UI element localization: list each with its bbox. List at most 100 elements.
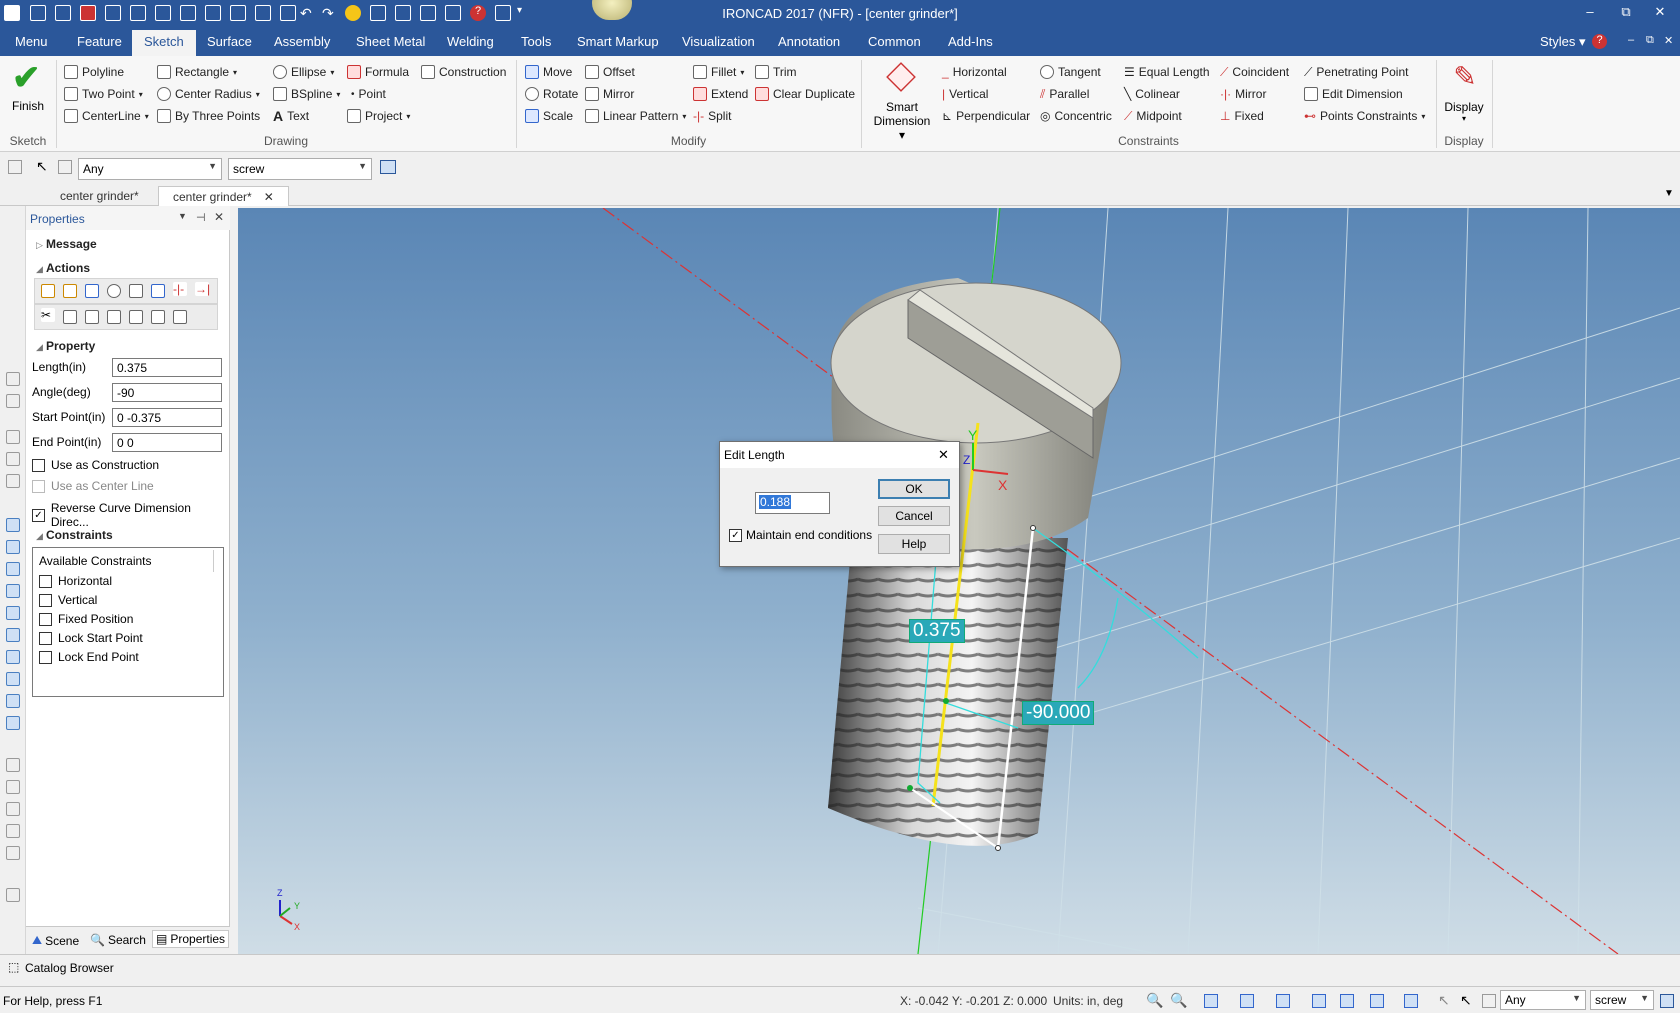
doc-minimize-icon[interactable]: – — [1628, 34, 1634, 46]
doc-close-icon[interactable]: ✕ — [1664, 34, 1673, 47]
cube-icon[interactable] — [6, 518, 20, 532]
tool-icon[interactable] — [6, 824, 20, 838]
use-construction-checkbox[interactable]: Use as Construction — [32, 458, 159, 472]
tab-add-ins[interactable]: Add-Ins — [948, 34, 993, 49]
help-menu-icon[interactable]: ? — [1592, 34, 1607, 49]
close-button[interactable]: ✕ — [1650, 4, 1670, 22]
tab-sheet-metal[interactable]: Sheet Metal — [356, 34, 425, 49]
rectangle-button[interactable]: Rectangle ▾ — [157, 63, 237, 81]
select-part-icon[interactable] — [1482, 994, 1496, 1008]
zoom-window-icon[interactable]: 🔍 — [1170, 992, 1187, 1009]
length-dimension-label[interactable]: 0.375 — [909, 619, 965, 643]
cube-icon[interactable] — [6, 540, 20, 554]
tree-icon[interactable] — [1660, 994, 1674, 1008]
arrow-icon[interactable]: ↖ — [1438, 992, 1450, 1009]
fillet-button[interactable]: Fillet ▾ — [693, 63, 744, 81]
filter-select[interactable]: Any ▼ — [78, 158, 222, 180]
tool-icon[interactable] — [6, 430, 20, 444]
help-button[interactable]: Help — [878, 534, 950, 554]
stack-icon[interactable] — [85, 310, 99, 324]
tool-icon[interactable] — [6, 394, 20, 408]
tangent-button[interactable]: Tangent — [1040, 63, 1101, 81]
status-filter-select[interactable]: Any ▼ — [1500, 990, 1586, 1010]
close-icon[interactable]: ✕ — [264, 190, 274, 204]
points-constraints-button[interactable]: ⊷ Points Constraints ▾ — [1304, 107, 1425, 125]
tabs-overflow-icon[interactable]: ▼ — [1664, 188, 1674, 199]
fixed-button[interactable]: ⊥ Fixed — [1220, 107, 1264, 125]
scale-button[interactable]: Scale — [525, 107, 573, 125]
extend-button[interactable]: Extend — [693, 85, 748, 103]
constraint-lock-start[interactable]: Lock Start Point — [39, 631, 143, 645]
tab-visualization[interactable]: Visualization — [682, 34, 755, 49]
select-filter-icon[interactable] — [8, 160, 22, 174]
edit-dimension-button[interactable]: Edit Dimension — [1304, 85, 1403, 103]
status-scope-select[interactable]: screw ▼ — [1590, 990, 1654, 1010]
3d-viewport[interactable]: Y X Z Z Y X 0.375 -90.000 — [238, 208, 1680, 954]
constraint-lock-end[interactable]: Lock End Point — [39, 650, 139, 664]
tab-smart-markup[interactable]: Smart Markup — [577, 34, 659, 49]
tab-annotation[interactable]: Annotation — [778, 34, 840, 49]
tool-icon[interactable] — [6, 888, 20, 902]
ellipse-button[interactable]: Ellipse ▾ — [273, 63, 334, 81]
perpendicular-button[interactable]: ⊾ Perpendicular — [942, 107, 1030, 125]
tool-icon[interactable] — [6, 372, 20, 386]
three-points-button[interactable]: By Three Points — [157, 107, 260, 125]
camera-icon[interactable] — [1276, 994, 1290, 1008]
construction-button[interactable]: Construction — [421, 63, 506, 81]
length-input[interactable]: 0.375 — [112, 358, 222, 377]
two-point-button[interactable]: Two Point ▾ — [64, 85, 143, 103]
point-button[interactable]: • Point — [351, 85, 386, 103]
tab-surface[interactable]: Surface — [207, 34, 252, 49]
cube-icon[interactable] — [6, 694, 20, 708]
cube-icon[interactable] — [6, 606, 20, 620]
select-part-icon[interactable] — [58, 160, 72, 174]
zoom-icon[interactable]: 🔍 — [1146, 992, 1163, 1009]
tab-sketch[interactable]: Sketch — [132, 30, 196, 56]
constraint-horizontal[interactable]: Horizontal — [39, 574, 112, 588]
mirror-button[interactable]: Mirror — [585, 85, 634, 103]
constraint-fixed-position[interactable]: Fixed Position — [39, 612, 133, 626]
doc-tab-1[interactable]: center grinder* — [46, 186, 153, 206]
split-icon[interactable]: -|- — [173, 282, 187, 296]
cube-icon[interactable] — [6, 562, 20, 576]
minimize-button[interactable]: – — [1580, 4, 1600, 22]
tab-welding[interactable]: Welding — [447, 34, 494, 49]
ok-button[interactable]: OK — [878, 479, 950, 499]
restore-button[interactable]: ⧉ — [1616, 4, 1636, 22]
formula-button[interactable]: Formula — [347, 63, 409, 81]
angle-input[interactable]: -90 — [112, 383, 222, 402]
use-center-line-checkbox[interactable]: Use as Center Line — [32, 479, 154, 493]
constraint-vertical[interactable]: Vertical — [39, 593, 97, 607]
section-icon[interactable] — [1312, 994, 1326, 1008]
linear-pattern-button[interactable]: Linear Pattern ▾ — [585, 107, 686, 125]
polyline-button[interactable]: Polyline — [64, 63, 124, 81]
tool-icon[interactable] — [6, 452, 20, 466]
glasses-icon[interactable] — [1340, 994, 1354, 1008]
actions-section[interactable]: ◢ Actions — [36, 261, 90, 275]
coincident-button[interactable]: ⟋ Coincident — [1220, 63, 1289, 81]
bspline-button[interactable]: BSpline ▾ — [273, 85, 340, 103]
clear-duplicate-button[interactable]: Clear Duplicate — [755, 85, 855, 103]
penetrating-point-button[interactable]: ⟋ Penetrating Point — [1304, 63, 1408, 81]
mirror-constraint-button[interactable]: ·|· Mirror — [1220, 85, 1266, 103]
cube-icon[interactable] — [6, 650, 20, 664]
rotate-button[interactable]: Rotate — [525, 85, 578, 103]
dropdown-icon[interactable]: ▼ — [178, 211, 187, 221]
shading-icon[interactable] — [1404, 994, 1418, 1008]
reverse-dimension-checkbox[interactable]: ✓ Reverse Curve Dimension Direc... — [32, 501, 229, 529]
square-icon[interactable] — [85, 284, 99, 298]
close-icon[interactable]: ✕ — [214, 210, 224, 224]
catalog-browser-tab[interactable]: Catalog Browser — [25, 961, 114, 975]
doc-restore-icon[interactable]: ⧉ — [1646, 34, 1654, 47]
tool-icon[interactable] — [6, 802, 20, 816]
message-section[interactable]: ▷ Message — [36, 237, 97, 251]
render-mode-icon[interactable] — [1240, 994, 1254, 1008]
project-button[interactable]: Project ▾ — [347, 107, 410, 125]
tool-icon[interactable] — [6, 474, 20, 488]
tab-search[interactable]: 🔍 Search — [90, 933, 146, 947]
tab-scene[interactable]: ⛰ Scene — [32, 933, 79, 948]
tab-feature[interactable]: Feature — [77, 34, 122, 49]
pointer-icon[interactable]: ↖ — [36, 158, 48, 175]
maintain-end-conditions-checkbox[interactable]: ✓ Maintain end conditions — [729, 528, 872, 542]
horizontal-constraint-button[interactable]: _ Horizontal — [942, 63, 1007, 81]
